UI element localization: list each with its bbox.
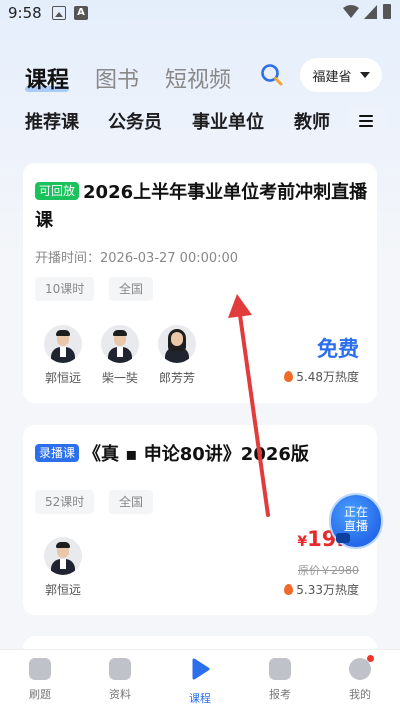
tab-courses[interactable]: 课程 xyxy=(25,62,69,94)
avatar xyxy=(44,537,82,575)
nav-label: 报考 xyxy=(269,688,291,701)
category-teacher[interactable]: 教师 xyxy=(294,108,330,134)
wifi-icon xyxy=(343,5,359,18)
teacher-name: 郎芳芳 xyxy=(158,371,195,385)
avatar xyxy=(158,325,196,363)
play-icon xyxy=(192,658,210,680)
live-now-button[interactable]: 正在 直播 xyxy=(331,495,381,547)
heat-value: 5.33万热度 xyxy=(296,583,359,597)
star-icon xyxy=(269,658,291,680)
tab-short-videos[interactable]: 短视频 xyxy=(165,62,231,94)
heat-value: 5.48万热度 xyxy=(296,370,359,384)
teacher-name: 柴一奘 xyxy=(101,371,138,385)
teacher-name: 郭恒远 xyxy=(44,371,81,385)
course-card[interactable]: 可回放 2026上半年事业单位考前冲刺直播课 开播时间：2026-03-27 00… xyxy=(23,163,377,403)
nav-practice[interactable]: 刷题 xyxy=(0,658,80,702)
battery-icon xyxy=(383,4,391,19)
category-menu-button[interactable] xyxy=(346,106,386,136)
nav-registration[interactable]: 报考 xyxy=(240,658,320,702)
pencil-icon xyxy=(29,658,51,680)
course-region-tag: 全国 xyxy=(109,277,154,301)
province-selector[interactable]: 福建省 xyxy=(300,58,382,92)
teacher[interactable]: 郭恒远 xyxy=(38,537,88,598)
free-price-label: 免费 xyxy=(317,337,359,361)
gallery-notification-icon xyxy=(52,6,66,20)
category-public-institution[interactable]: 事业单位 xyxy=(192,108,264,134)
nav-label: 资料 xyxy=(109,688,131,701)
teacher[interactable]: 柴一奘 xyxy=(95,325,145,386)
caret-down-icon xyxy=(359,72,370,78)
teacher-name: 郭恒远 xyxy=(44,583,81,597)
notification-dot xyxy=(367,655,374,662)
live-badge-line1: 正在 xyxy=(343,505,368,519)
nav-courses[interactable]: 课程 xyxy=(160,658,240,706)
course-card[interactable]: 录播课 《真 ▪ 申论80讲》2026版 52课时 全国 郭恒远 ¥19.9 原价… xyxy=(23,425,377,615)
course-heat: 5.33万热度 xyxy=(284,581,359,598)
nav-profile[interactable]: 我的 xyxy=(320,655,400,702)
course-region-tag: 全国 xyxy=(109,490,154,514)
teacher[interactable]: 郎芳芳 xyxy=(152,325,202,386)
recorded-badge: 录播课 xyxy=(35,444,80,462)
live-indicator-icon xyxy=(336,533,350,543)
app-notification-icon: A xyxy=(74,6,88,20)
nav-label: 刷题 xyxy=(29,688,51,701)
document-icon xyxy=(109,658,131,680)
nav-label: 我的 xyxy=(349,688,371,701)
fire-icon xyxy=(284,371,294,382)
avatar xyxy=(101,325,139,363)
course-title: 录播课 《真 ▪ 申论80讲》2026版 xyxy=(35,441,370,469)
teacher[interactable]: 郭恒远 xyxy=(38,325,88,386)
status-time: 9:58 xyxy=(8,4,42,22)
course-heat: 5.48万热度 xyxy=(284,368,359,385)
course-lesson-count-tag: 10课时 xyxy=(35,277,95,301)
signal-icon xyxy=(364,5,377,19)
avatar xyxy=(44,325,82,363)
tab-books[interactable]: 图书 xyxy=(95,62,139,94)
menu-icon xyxy=(359,115,373,128)
nav-label: 课程 xyxy=(189,692,211,705)
fire-icon xyxy=(284,584,294,595)
category-civil-servant[interactable]: 公务员 xyxy=(108,108,162,134)
search-icon[interactable] xyxy=(259,62,285,88)
currency-symbol: ¥ xyxy=(297,534,308,550)
course-start-time: 开播时间：2026-03-27 00:00:00 xyxy=(35,251,239,266)
bottom-navigation: 刷题 资料 课程 报考 我的 xyxy=(0,649,400,711)
category-tabs: 推荐课 公务员 事业单位 教师 xyxy=(0,106,400,136)
profile-icon xyxy=(349,655,374,680)
replay-badge: 可回放 xyxy=(35,182,80,200)
original-price: 原价￥2980 xyxy=(298,564,359,577)
live-badge-line2: 直播 xyxy=(343,519,368,533)
nav-materials[interactable]: 资料 xyxy=(80,658,160,702)
category-recommended[interactable]: 推荐课 xyxy=(25,108,79,134)
status-bar: 9:58 A xyxy=(0,0,400,28)
course-lesson-count-tag: 52课时 xyxy=(35,490,95,514)
course-title-text: 2026上半年事业单位考前冲刺直播课 xyxy=(35,182,368,231)
course-title: 可回放 2026上半年事业单位考前冲刺直播课 xyxy=(35,179,370,235)
province-label: 福建省 xyxy=(312,69,352,85)
course-title-text: 《真 ▪ 申论80讲》2026版 xyxy=(83,444,309,465)
